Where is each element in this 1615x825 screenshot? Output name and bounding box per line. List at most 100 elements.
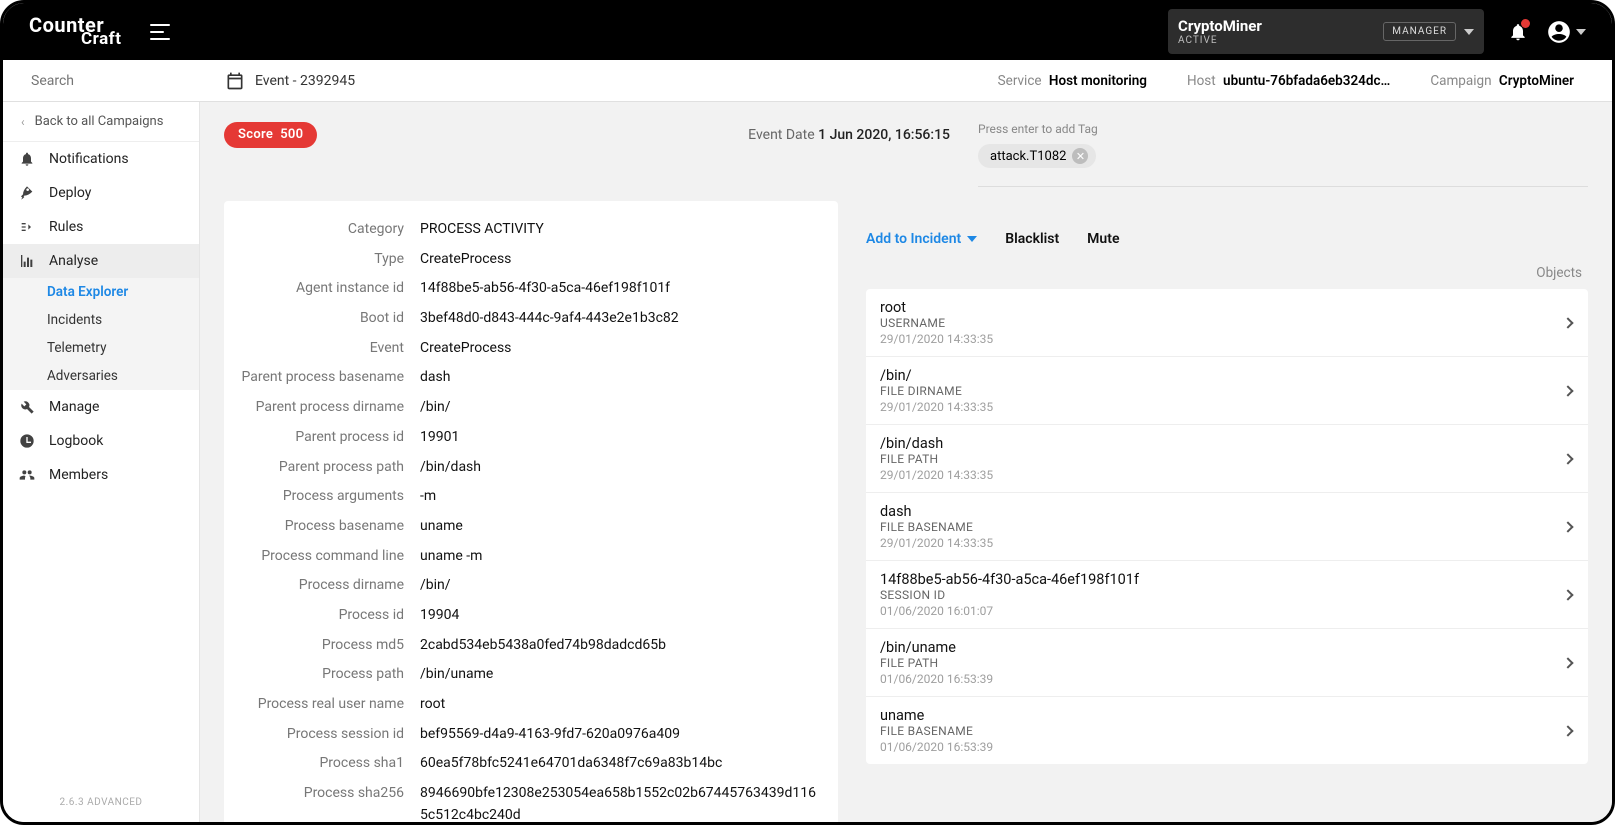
sidebar-item-logbook[interactable]: Logbook — [3, 424, 199, 458]
detail-key: Process id — [224, 605, 420, 627]
event-details: CategoryPROCESS ACTIVITYTypeCreateProces… — [224, 201, 838, 822]
object-timestamp: 29/01/2020 14:33:35 — [880, 400, 993, 414]
user-icon — [1546, 19, 1572, 45]
tag-hint: Press enter to add Tag — [978, 122, 1588, 136]
object-type: SESSION ID — [880, 588, 1139, 602]
add-to-incident-button[interactable]: Add to Incident — [866, 231, 977, 247]
detail-key: Category — [224, 219, 420, 241]
chevron-right-icon — [1562, 521, 1573, 532]
topbar: Counter Craft CryptoMiner ACTIVE MANAGER — [3, 3, 1612, 60]
clock-icon — [19, 433, 35, 449]
detail-row: Agent instance id14f88be5-ab56-4f30-a5ca… — [224, 274, 818, 304]
object-item[interactable]: /bin/dashFILE PATH 29/01/2020 14:33:35 — [866, 425, 1588, 493]
campaign-selector[interactable]: CryptoMiner ACTIVE MANAGER — [1168, 9, 1484, 54]
rocket-icon — [19, 185, 35, 201]
search-input[interactable] — [31, 73, 209, 89]
object-title: uname — [880, 707, 993, 724]
user-menu[interactable] — [1546, 19, 1586, 45]
object-type: USERNAME — [880, 316, 993, 330]
event-date: Event Date 1 Jun 2020, 16:56:15 — [341, 122, 954, 143]
version-text: 2.6.3 ADVANCED — [3, 787, 199, 822]
detail-key: Process command line — [224, 546, 420, 568]
chevron-right-icon — [1562, 317, 1573, 328]
detail-value: 14f88be5-ab56-4f30-a5ca-46ef198f101f — [420, 278, 818, 300]
remove-tag-icon[interactable]: ✕ — [1072, 148, 1088, 164]
detail-key: Process session id — [224, 724, 420, 746]
detail-row: Parent process id19901 — [224, 423, 818, 453]
sidebar-item-members[interactable]: Members — [3, 458, 199, 492]
object-timestamp: 29/01/2020 14:33:35 — [880, 468, 993, 482]
back-to-campaigns[interactable]: ‹ Back to all Campaigns — [3, 102, 199, 142]
detail-value: 2cabd534eb5438a0fed74b98dadcd65b — [420, 635, 818, 657]
sidebar-item-deploy[interactable]: Deploy — [3, 176, 199, 210]
detail-value: dash — [420, 367, 818, 389]
detail-row: Process real user nameroot — [224, 690, 818, 720]
detail-key: Parent process path — [224, 457, 420, 479]
campaign-status: ACTIVE — [1178, 35, 1383, 46]
rules-icon — [19, 219, 35, 235]
chevron-down-icon — [1576, 29, 1586, 35]
detail-value: 3bef48d0-d843-444c-9af4-443e2e1b3c82 — [420, 308, 818, 330]
campaign-name: CryptoMiner — [1178, 17, 1383, 35]
sidebar-item-rules[interactable]: Rules — [3, 210, 199, 244]
detail-row: Process basenameuname — [224, 512, 818, 542]
detail-key: Process arguments — [224, 486, 420, 508]
notification-dot — [1521, 19, 1530, 28]
object-item[interactable]: /bin/unameFILE PATH01/06/2020 16:53:39 — [866, 629, 1588, 697]
sidebar-sub-data-explorer[interactable]: Data Explorer — [3, 278, 199, 306]
object-item[interactable]: /bin/FILE DIRNAME29/01/2020 14:33:35 — [866, 357, 1588, 425]
detail-value: root — [420, 694, 818, 716]
object-item[interactable]: dashFILE BASENAME29/01/2020 14:33:35 — [866, 493, 1588, 561]
chevron-right-icon — [1562, 589, 1573, 600]
object-item[interactable]: unameFILE BASENAME01/06/2020 16:53:39 — [866, 697, 1588, 764]
sidebar-sub-telemetry[interactable]: Telemetry — [3, 334, 199, 362]
detail-value: 60ea5f78bfc5241e64701da6348f7c69a83b14bc — [420, 753, 818, 775]
detail-row: Process arguments-m — [224, 482, 818, 512]
detail-value: /bin/uname — [420, 664, 818, 686]
mute-button[interactable]: Mute — [1087, 231, 1119, 247]
detail-key: Process path — [224, 664, 420, 686]
sidebar-item-analyse[interactable]: Analyse — [3, 244, 199, 278]
object-title: /bin/dash — [880, 435, 993, 452]
detail-row: TypeCreateProcess — [224, 245, 818, 275]
detail-value: /bin/ — [420, 575, 818, 597]
detail-row: CategoryPROCESS ACTIVITY — [224, 215, 818, 245]
detail-value: bef95569-d4a9-4163-9fd7-620a0976a409 — [420, 724, 818, 746]
objects-list: rootUSERNAME29/01/2020 14:33:35/bin/FILE… — [866, 289, 1588, 764]
object-title: /bin/uname — [880, 639, 993, 656]
wrench-icon — [19, 399, 35, 415]
divider — [978, 186, 1588, 187]
bell-icon — [19, 151, 35, 167]
detail-key: Process sha1 — [224, 753, 420, 775]
object-type: FILE PATH — [880, 452, 993, 466]
sidebar-label: Members — [49, 467, 108, 483]
blacklist-button[interactable]: Blacklist — [1005, 231, 1059, 247]
menu-icon[interactable] — [150, 24, 170, 40]
chevron-left-icon: ‹ — [21, 115, 25, 129]
calendar-icon — [225, 71, 245, 91]
subheader: Event - 2392945 Service Host monitoring … — [3, 60, 1612, 102]
object-timestamp: 01/06/2020 16:53:39 — [880, 672, 993, 686]
sidebar-sub-incidents[interactable]: Incidents — [3, 306, 199, 334]
tag-chip[interactable]: attack.T1082 ✕ — [978, 144, 1096, 168]
sidebar-item-notifications[interactable]: Notifications — [3, 142, 199, 176]
sidebar-label: Analyse — [49, 253, 98, 269]
detail-key: Event — [224, 338, 420, 360]
detail-value: /bin/dash — [420, 457, 818, 479]
sidebar-label: Rules — [49, 219, 83, 235]
object-item[interactable]: 14f88be5-ab56-4f30-a5ca-46ef198f101fSESS… — [866, 561, 1588, 629]
sidebar-item-manage[interactable]: Manage — [3, 390, 199, 424]
object-timestamp: 29/01/2020 14:33:35 — [880, 332, 993, 346]
notifications-icon[interactable] — [1508, 21, 1528, 43]
back-label: Back to all Campaigns — [35, 114, 164, 129]
detail-value: CreateProcess — [420, 249, 818, 271]
sidebar-label: Manage — [49, 399, 99, 415]
app-frame: { "header": { "logo_top": "Counter", "lo… — [0, 0, 1615, 825]
sidebar-label: Deploy — [49, 185, 91, 201]
detail-row: EventCreateProcess — [224, 334, 818, 364]
object-item[interactable]: rootUSERNAME29/01/2020 14:33:35 — [866, 289, 1588, 357]
members-icon — [19, 467, 35, 483]
logo-text-bottom: Craft — [81, 31, 122, 48]
sidebar-sub-adversaries[interactable]: Adversaries — [3, 362, 199, 390]
detail-row: Process command lineuname -m — [224, 542, 818, 572]
